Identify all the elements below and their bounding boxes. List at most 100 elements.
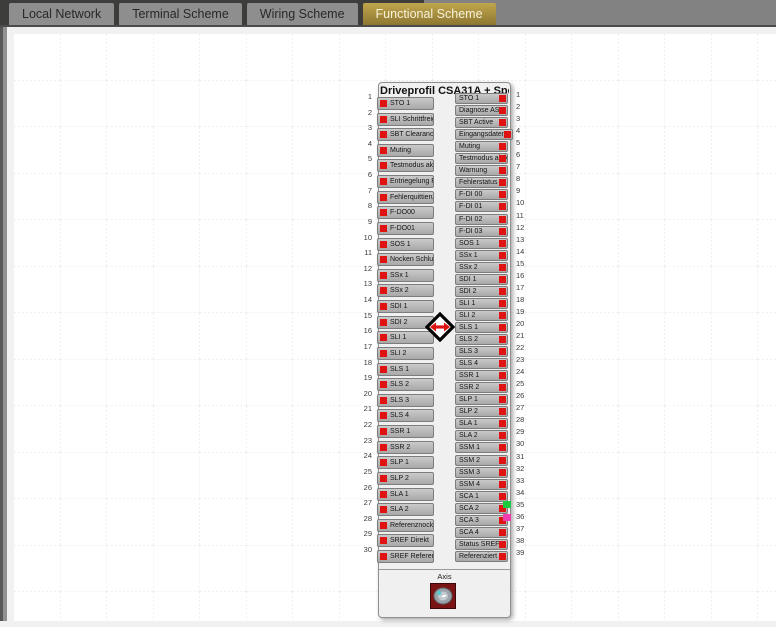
input-pin[interactable]: SLI 2 — [377, 347, 434, 360]
output-pin[interactable]: SSM 3 — [455, 467, 508, 478]
output-pin[interactable]: STO 1 — [455, 93, 508, 104]
tab-local-network[interactable]: Local Network — [9, 3, 114, 25]
output-pin[interactable]: SSM 2 — [455, 455, 508, 466]
output-pin-state-square — [499, 348, 506, 355]
output-pin[interactable]: SLS 2 — [455, 334, 508, 345]
output-pin[interactable]: Muting — [455, 141, 508, 152]
output-pin[interactable]: SDI 1 — [455, 274, 508, 285]
axis-pin-green[interactable] — [503, 501, 511, 508]
output-pin[interactable]: F-DI 03 — [455, 226, 508, 237]
input-pin-number: 9 — [348, 217, 372, 227]
input-pin[interactable]: SLS 1 — [377, 363, 434, 376]
output-pin[interactable]: SSR 1 — [455, 370, 508, 381]
output-pin[interactable]: Testmodus aktiv — [455, 153, 508, 164]
output-pin[interactable]: SSM 1 — [455, 442, 508, 453]
axis-motor-icon[interactable] — [430, 583, 456, 609]
connection-diamond-icon[interactable] — [425, 312, 455, 342]
output-pin[interactable]: SLI 2 — [455, 310, 508, 321]
input-pin[interactable]: SSx 1 — [377, 269, 434, 282]
input-pin[interactable]: SREF Direkt — [377, 534, 434, 547]
output-pin[interactable]: SLA 2 — [455, 430, 508, 441]
output-pin[interactable]: F-DI 01 — [455, 201, 508, 212]
output-pin[interactable]: Status SREF — [455, 539, 508, 550]
output-pin[interactable]: SBT Active — [455, 117, 508, 128]
output-pin[interactable]: F-DI 00 — [455, 189, 508, 200]
output-pin[interactable]: Fehlerstatus — [455, 177, 508, 188]
input-pin[interactable]: SLS 2 — [377, 378, 434, 391]
input-pin-label: SLA 2 — [390, 506, 409, 513]
input-pin[interactable]: SREF Referenzfahrt — [377, 550, 434, 563]
output-pin-label: SSM 3 — [459, 469, 480, 476]
output-pin[interactable]: SLP 1 — [455, 394, 508, 405]
output-pin-number: 18 — [516, 295, 540, 305]
input-pin[interactable]: F-DO00 — [377, 206, 434, 219]
output-pin[interactable]: SLA 1 — [455, 418, 508, 429]
output-pin[interactable]: Diagnose ASF — [455, 105, 508, 116]
input-pin[interactable]: Fehlerquittierung — [377, 191, 434, 204]
output-pin[interactable]: SSR 2 — [455, 382, 508, 393]
input-pin[interactable]: SSR 1 — [377, 425, 434, 438]
input-pin[interactable]: Muting — [377, 144, 434, 157]
input-pin[interactable]: SLA 1 — [377, 488, 434, 501]
output-pin-number: 29 — [516, 427, 540, 437]
input-pin[interactable]: SBT Clearance — [377, 128, 434, 141]
output-pin[interactable]: SCA 1 — [455, 491, 508, 502]
input-pin[interactable]: SLP 1 — [377, 456, 434, 469]
input-pin-number: 29 — [348, 529, 372, 539]
output-pin[interactable]: SLS 4 — [455, 358, 508, 369]
tab-functional-scheme[interactable]: Functional Scheme — [363, 3, 496, 25]
output-pin[interactable]: SCA 2 — [455, 503, 508, 514]
input-pin-state-square — [380, 194, 387, 201]
input-pin[interactable]: STO 1 — [377, 97, 434, 110]
input-pin[interactable]: SSx 2 — [377, 284, 434, 297]
output-pin[interactable]: Eingangsdaten gü — [455, 129, 513, 140]
output-pin-state-square — [499, 167, 506, 174]
input-pin[interactable]: Testmodus aktiv — [377, 159, 434, 172]
output-pin-label: SLP 2 — [459, 408, 478, 415]
output-pin[interactable]: SLS 1 — [455, 322, 508, 333]
output-pin-state-square — [504, 131, 511, 138]
output-pin[interactable]: Warnung — [455, 165, 508, 176]
input-pin-state-square — [380, 428, 387, 435]
input-pin[interactable]: SOS 1 — [377, 238, 434, 251]
input-pin-state-square — [380, 241, 387, 248]
input-pin[interactable]: F-DO01 — [377, 222, 434, 235]
input-pin-label: SSx 2 — [390, 287, 409, 294]
output-pin-state-square — [499, 179, 506, 186]
output-pin[interactable]: SLS 3 — [455, 346, 508, 357]
input-pin[interactable]: SSR 2 — [377, 441, 434, 454]
input-pin-state-square — [380, 272, 387, 279]
output-pin[interactable]: SLI 1 — [455, 298, 508, 309]
input-pin-state-square — [380, 350, 387, 357]
input-pin-number: 3 — [348, 123, 372, 133]
input-pin[interactable]: Nocken Schlupfabgleich — [377, 253, 434, 266]
input-pin[interactable]: Referenznocken — [377, 519, 434, 532]
input-pin[interactable]: SLI Schrittfreigabe — [377, 113, 434, 126]
tab-wiring-scheme[interactable]: Wiring Scheme — [247, 3, 358, 25]
output-pin[interactable]: F-DI 02 — [455, 214, 508, 225]
input-pin[interactable]: SLS 3 — [377, 394, 434, 407]
tab-terminal-scheme[interactable]: Terminal Scheme — [119, 3, 242, 25]
output-pin[interactable]: SDI 2 — [455, 286, 508, 297]
input-pin[interactable]: SLP 2 — [377, 472, 434, 485]
input-pin-number: 18 — [348, 358, 372, 368]
output-pin-label: SBT Active — [459, 119, 493, 126]
output-pin-label: Muting — [459, 143, 480, 150]
output-pin[interactable]: Referenziert — [455, 551, 508, 562]
input-pin[interactable]: SLA 2 — [377, 503, 434, 516]
output-pin[interactable]: SSM 4 — [455, 479, 508, 490]
output-pin[interactable]: SCA 3 — [455, 515, 508, 526]
input-pin[interactable]: Entriegelung F-DI — [377, 175, 434, 188]
input-pin[interactable]: SLS 4 — [377, 409, 434, 422]
output-pin-number: 8 — [516, 174, 540, 184]
output-pin[interactable]: SLP 2 — [455, 406, 508, 417]
axis-label: Axis — [378, 572, 511, 581]
input-pin-number: 22 — [348, 420, 372, 430]
output-pin[interactable]: SOS 1 — [455, 238, 508, 249]
output-pin[interactable]: SSx 1 — [455, 250, 508, 261]
output-pin[interactable]: SCA 4 — [455, 527, 508, 538]
input-pin-state-square — [380, 475, 387, 482]
output-pin[interactable]: SSx 2 — [455, 262, 508, 273]
output-pin-label: SCA 3 — [459, 517, 479, 524]
axis-pin-pink[interactable] — [503, 514, 511, 521]
